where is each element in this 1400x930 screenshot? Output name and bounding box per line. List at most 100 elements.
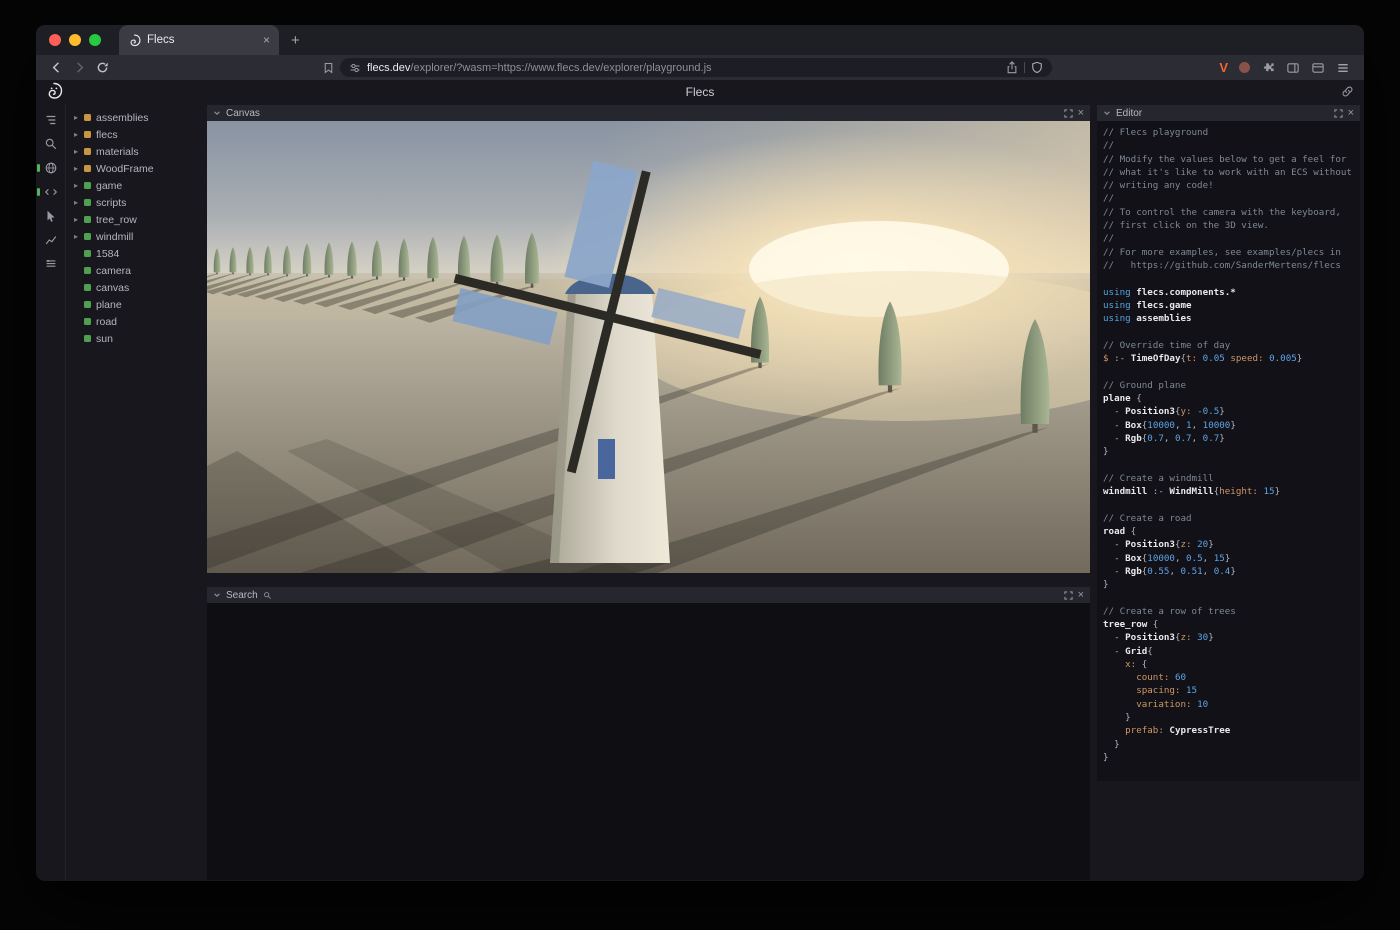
canvas-world-button[interactable] — [38, 158, 64, 178]
tree-item-scripts[interactable]: ▸scripts — [74, 194, 200, 211]
expander-icon[interactable]: ▸ — [74, 130, 83, 139]
zoom-window-button[interactable] — [89, 34, 101, 46]
code-line — [1103, 458, 1360, 471]
new-tab-button[interactable]: + — [291, 32, 300, 49]
query-search-button[interactable] — [38, 134, 64, 154]
tree-item-windmill[interactable]: ▸ windmill — [74, 228, 200, 245]
extensions-puzzle-icon[interactable] — [1261, 61, 1275, 75]
minimize-window-button[interactable] — [69, 34, 81, 46]
tree-item-label: flecs — [96, 129, 118, 141]
bookmarks-sidebar-button[interactable] — [322, 61, 335, 75]
code-line: // To control the camera with the keyboa… — [1103, 206, 1360, 219]
site-info-icon[interactable] — [349, 62, 361, 74]
tree-item-assemblies[interactable]: ▸assemblies — [74, 109, 200, 126]
sidebar-panel-icon[interactable] — [1286, 61, 1300, 75]
code-line: - Grid{ — [1103, 645, 1360, 658]
tree-item-sun[interactable]: sun — [74, 330, 200, 347]
fullscreen-icon[interactable] — [1064, 591, 1073, 600]
reload-button[interactable] — [92, 59, 112, 77]
tree-item-1584[interactable]: 1584 — [74, 245, 200, 262]
url-bar[interactable]: flecs.dev/explorer/?wasm=https://www.fle… — [340, 58, 1052, 77]
expander-icon[interactable]: ▸ — [74, 232, 83, 241]
entity-color-square — [84, 216, 91, 223]
browser-tab[interactable]: Flecs × — [119, 25, 279, 55]
tree-item-label: materials — [96, 146, 139, 158]
fullscreen-icon[interactable] — [1064, 109, 1073, 118]
menu-icon[interactable] — [1336, 61, 1350, 75]
tree-item-canvas[interactable]: canvas — [74, 279, 200, 296]
entity-color-square — [84, 131, 91, 138]
entity-color-square — [84, 250, 91, 257]
expander-icon[interactable]: ▸ — [74, 147, 83, 156]
code-line: // — [1103, 139, 1360, 152]
code-line: } — [1103, 578, 1360, 591]
search-results-area[interactable] — [207, 603, 1090, 880]
tab-bar: Flecs × + — [36, 25, 1364, 55]
code-line: // — [1103, 232, 1360, 245]
editor-panel-title: Editor — [1116, 108, 1142, 119]
share-link-icon[interactable] — [1341, 85, 1354, 98]
tree-item-label: tree_row — [96, 214, 137, 226]
entity-color-square — [84, 301, 91, 308]
code-line: - Position3{z: 30} — [1103, 631, 1360, 644]
code-line: } — [1103, 711, 1360, 724]
expander-icon[interactable]: ▸ — [74, 164, 83, 173]
expander-icon[interactable]: ▸ — [74, 113, 83, 122]
url-divider — [1024, 62, 1025, 73]
info-list-button[interactable] — [38, 254, 64, 274]
tree-item-flecs[interactable]: ▸ flecs — [74, 126, 200, 143]
tree-item-WoodFrame[interactable]: ▸ WoodFrame — [74, 160, 200, 177]
expander-icon[interactable]: ▸ — [74, 198, 83, 207]
code-line: - Rgb{0.7, 0.7, 0.7} — [1103, 432, 1360, 445]
close-panel-icon[interactable]: × — [1078, 590, 1084, 601]
tree-item-camera[interactable]: camera — [74, 262, 200, 279]
code-line: // Create a windmill — [1103, 472, 1360, 485]
entities-tree-button[interactable] — [38, 110, 64, 130]
forward-button[interactable] — [69, 59, 89, 77]
tree-item-label: canvas — [96, 282, 129, 294]
entity-color-square — [84, 114, 91, 121]
code-line — [1103, 365, 1360, 378]
collapse-chevron-icon[interactable] — [1103, 109, 1111, 117]
fullscreen-icon[interactable] — [1334, 109, 1343, 118]
back-button[interactable] — [46, 59, 66, 77]
shield-icon[interactable] — [1031, 61, 1043, 74]
share-icon[interactable] — [1006, 61, 1018, 74]
tab-close-icon[interactable]: × — [263, 34, 270, 46]
wallet-icon[interactable] — [1311, 61, 1325, 75]
entity-color-square — [84, 318, 91, 325]
code-line: // Create a row of trees — [1103, 605, 1360, 618]
collapse-chevron-icon[interactable] — [213, 109, 221, 117]
tree-item-road[interactable]: road — [74, 313, 200, 330]
tree-item-materials[interactable]: ▸ materials — [74, 143, 200, 160]
inspect-button[interactable] — [38, 206, 64, 226]
editor-code-button[interactable] — [38, 182, 64, 202]
close-panel-icon[interactable]: × — [1348, 108, 1354, 119]
collapse-chevron-icon[interactable] — [213, 591, 221, 599]
tree-item-tree_row[interactable]: ▸ tree_row — [74, 211, 200, 228]
close-window-button[interactable] — [49, 34, 61, 46]
world-icon — [44, 161, 58, 175]
url-path: /explorer/?wasm=https://www.flecs.dev/ex… — [410, 62, 711, 74]
expander-icon[interactable]: ▸ — [74, 215, 83, 224]
code-line: - Box{10000, 1, 10000} — [1103, 419, 1360, 432]
search-icon — [44, 137, 58, 151]
canvas-3d-viewport[interactable] — [207, 121, 1090, 573]
page-body: ▸assemblies▸flecs▸materials▸WoodFrame▸ga… — [36, 103, 1364, 881]
entity-color-square — [84, 335, 91, 342]
forward-icon — [73, 61, 86, 74]
stats-chart-button[interactable] — [38, 230, 64, 250]
code-editor[interactable]: // Flecs playground//// Modify the value… — [1097, 121, 1360, 781]
tree-item-label: WoodFrame — [96, 163, 154, 175]
cursor-icon — [44, 209, 58, 223]
code-line: // For more examples, see examples/plecs… — [1103, 246, 1360, 259]
tree-item-plane[interactable]: plane — [74, 296, 200, 313]
tree-item-game[interactable]: ▸game — [74, 177, 200, 194]
extension-v-button[interactable]: V — [1219, 60, 1228, 75]
close-panel-icon[interactable]: × — [1078, 108, 1084, 119]
tree-item-label: windmill — [96, 231, 133, 243]
code-line: // Override time of day — [1103, 339, 1360, 352]
code-line: windmill :- WindMill{height: 15} — [1103, 485, 1360, 498]
extension-circle-button[interactable] — [1239, 62, 1250, 73]
expander-icon[interactable]: ▸ — [74, 181, 83, 190]
